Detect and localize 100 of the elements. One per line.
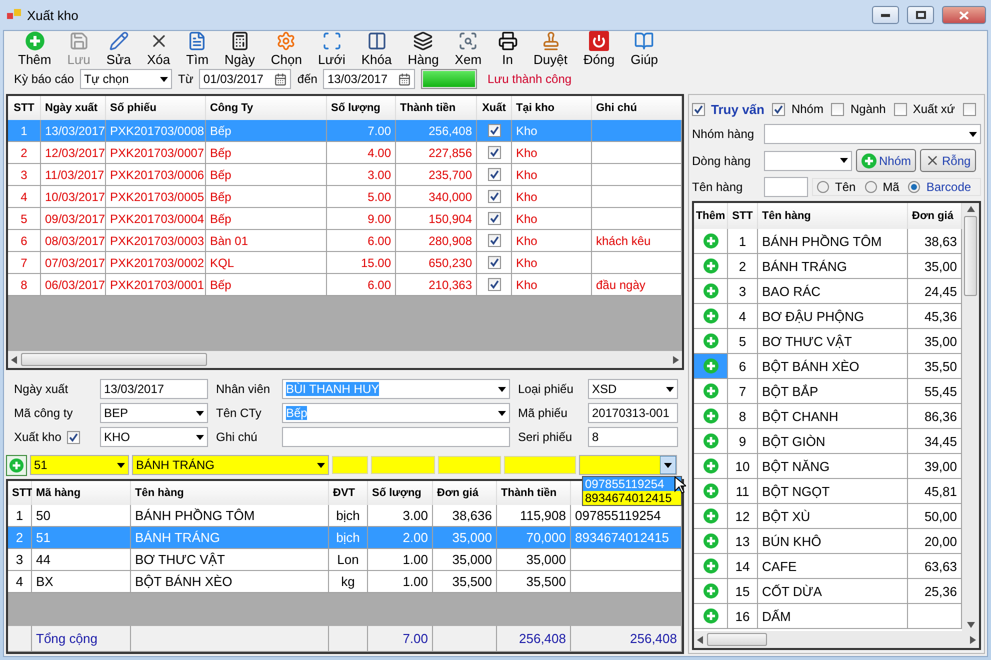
table-row[interactable]: 4 BX BỘT BÁNH XÈO kg 1.00 35,500 35,500 [8,571,682,593]
clear-button[interactable]: Rỗng [920,149,976,172]
add-group-button[interactable]: Nhóm [856,149,916,172]
checkbox[interactable] [488,168,500,181]
add-button[interactable] [694,479,728,504]
dropdown-option[interactable]: 8934674012415 [583,491,681,505]
date-picker[interactable]: 01/03/2017 [199,69,292,89]
add-button[interactable] [694,379,728,404]
combo-box[interactable]: KHO [100,427,208,447]
add-button[interactable] [694,579,728,604]
combo-box[interactable]: 51 [30,455,129,475]
checkbox[interactable] [488,124,500,137]
checkbox-option[interactable]: Truy vấn [692,102,764,116]
plus-icon [702,483,718,499]
toolbar-button[interactable]: Ngày [216,31,263,67]
scrollbar-thumb[interactable] [707,633,767,646]
add-button[interactable] [694,254,728,279]
checkbox[interactable] [488,256,500,269]
combo-box[interactable]: BÁNH TRÁNG [132,455,329,475]
toolbar-button[interactable]: Xóa [139,31,178,67]
date-picker[interactable]: 13/03/2017 [323,69,416,89]
checkbox-option[interactable]: Xuất xứ [894,102,955,116]
toolbar-button[interactable]: In [490,31,526,67]
maximize-button[interactable] [907,6,934,24]
add-button[interactable] [694,454,728,479]
toolbar-button[interactable]: Khóa [353,31,400,67]
toolbar-button[interactable]: Giúp [622,31,666,67]
toolbar-button[interactable]: Duyệt [526,31,576,67]
table-row[interactable]: 2 12/03/2017 PXK201703/0007 Bếp 4.00 227,856 Kho [8,142,682,164]
close-button[interactable] [942,6,986,24]
column-header: Công Ty [206,96,327,120]
add-button[interactable] [694,604,728,629]
dropdown-button-icon [660,456,676,474]
field-label: Dòng hàng [692,154,752,168]
toolbar-button[interactable]: Hàng [400,31,447,67]
add-button[interactable] [694,304,728,329]
checkbox[interactable] [488,278,500,291]
table-row[interactable]: 3 11/03/2017 PXK201703/0006 Bếp 3.00 235,700 Kho [8,164,682,186]
field-label: Loại phiếu [518,382,574,396]
checkbox[interactable] [488,190,500,203]
table-row[interactable]: 1 50 BÁNH PHỒNG TÔM bịch 3.00 38,636 115,908 097855119254 [8,505,682,527]
add-button[interactable] [694,529,728,554]
toolbar-button[interactable]: Sửa [98,31,140,67]
add-button[interactable] [694,554,728,579]
combo-box[interactable]: XSD [588,379,678,399]
checkbox-option[interactable] [962,102,976,116]
combo-box[interactable] [764,124,981,144]
add-button[interactable] [694,404,728,429]
input-field[interactable]: 13/03/2017 [100,379,208,399]
toolbar-button[interactable]: Chọn [262,31,310,67]
field-label: Nhân viên [216,382,272,396]
checkbox[interactable] [488,146,500,159]
table-row[interactable]: 6 08/03/2017 PXK201703/0003 Bàn 01 6.00 280,908 Kho khách kêu [8,230,682,252]
add-button[interactable] [694,329,728,354]
radio-option[interactable]: Tên [817,180,856,194]
maximize-icon [916,11,926,19]
checkbox[interactable] [488,212,500,225]
input-field[interactable] [282,427,510,447]
input-field[interactable]: 8 [588,427,678,447]
column-header: ĐVT [329,481,368,505]
input-field[interactable]: 20170313-001 [588,403,678,423]
horizontal-scrollbar[interactable] [694,631,979,648]
combo-box[interactable] [579,455,677,475]
field-label: Ghi chú [216,430,258,444]
left-arrow-icon [11,356,17,364]
toolbar-button[interactable]: Tìm [178,31,217,67]
add-button[interactable] [694,279,728,304]
checkbox-option[interactable]: Nhóm [772,102,824,116]
radio-option[interactable]: Barcode [908,180,972,194]
table-row[interactable]: 3 44 BƠ THƯC VẬT Lon 1.00 35,000 35,000 [8,549,682,571]
input-field[interactable] [332,456,368,474]
checkbox-option[interactable]: Xuất kho [14,430,92,444]
add-button[interactable] [6,454,27,476]
add-button[interactable] [694,504,728,529]
combo-box[interactable]: Tự chọn [80,69,172,89]
toolbar-button[interactable]: Thêm [10,31,60,67]
vertical-scrollbar[interactable] [962,203,979,631]
scrollbar-thumb[interactable] [21,353,207,366]
scrollbar-thumb[interactable] [964,216,977,296]
toolbar-button[interactable]: Xem [446,31,490,67]
horizontal-scrollbar[interactable] [8,351,682,368]
combo-box[interactable]: BEP [100,403,208,423]
radio-option[interactable]: Mã [864,180,900,194]
input-field[interactable] [371,456,435,474]
add-button[interactable] [694,354,728,379]
minimize-button[interactable] [872,6,899,24]
table-row[interactable]: 7 07/03/2017 PXK201703/0002 KQL 15.00 650,230 Kho [8,252,682,274]
table-row[interactable]: 5 09/03/2017 PXK201703/0004 Bếp 9.00 150,904 Kho [8,208,682,230]
toolbar-button[interactable]: Lưới [310,31,354,67]
add-button[interactable] [694,229,728,254]
input-field[interactable] [764,177,808,197]
checkbox-option[interactable]: Ngành [831,102,886,116]
table-row[interactable]: 8 06/03/2017 PXK201703/0001 Bếp 6.00 210,363 Kho đầu ngày [8,274,682,296]
input-field[interactable] [504,456,576,474]
input-field[interactable] [438,456,501,474]
checkbox[interactable] [488,234,500,247]
toolbar-button[interactable]: Đóng [576,31,623,67]
combo-box[interactable] [764,150,852,170]
table-row[interactable]: 4 10/03/2017 PXK201703/0005 Bếp 5.00 340,000 Kho [8,186,682,208]
add-button[interactable] [694,429,728,454]
